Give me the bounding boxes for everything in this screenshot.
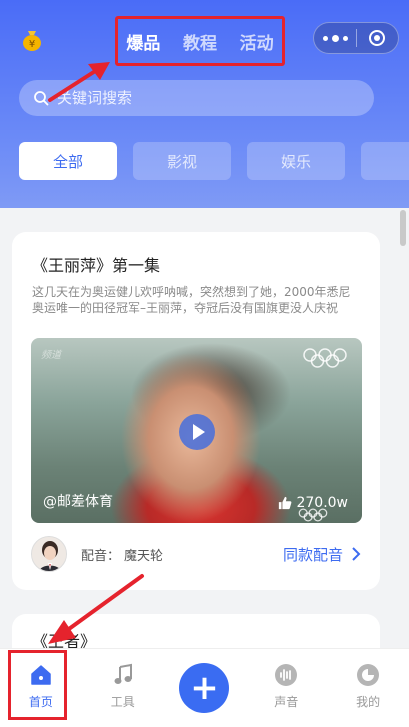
nav-sound[interactable]: 声音 [245, 649, 327, 727]
nav-label: 首页 [28, 695, 53, 709]
tab-hot[interactable]: 爆品 [126, 29, 160, 54]
play-button[interactable] [179, 414, 215, 450]
tab-tutorial[interactable]: 教程 [183, 29, 217, 54]
same-voice-label: 同款配音 [282, 545, 343, 564]
mini-program-capsule [313, 22, 399, 54]
plus-icon: + [190, 668, 219, 708]
scrollbar[interactable] [400, 210, 406, 246]
likes-value: 270.0w [296, 495, 348, 511]
money-bag-icon[interactable]: ¥ [20, 28, 44, 52]
card-title: 《王丽萍》第一集 [32, 256, 161, 275]
header: ¥ 爆品 教程 活动 全部 影视 娱乐 [0, 0, 409, 208]
video-watermark: 频道 [41, 350, 61, 361]
profile-icon [357, 664, 380, 686]
nav-tools[interactable]: 工具 [82, 649, 164, 727]
more-options-icon[interactable] [314, 34, 356, 42]
avatar[interactable] [31, 536, 67, 572]
home-icon [31, 665, 51, 685]
video-thumbnail[interactable]: 频道 @邮差体育 270.0w [31, 338, 362, 523]
music-note-icon [114, 663, 132, 684]
close-target-icon[interactable] [357, 30, 398, 46]
nav-home[interactable]: 首页 [0, 649, 82, 727]
create-button[interactable]: + [179, 663, 230, 713]
category-entertainment[interactable]: 娱乐 [247, 142, 345, 180]
likes-count: 270.0w [278, 495, 348, 511]
thumbs-up-icon [279, 496, 292, 510]
play-icon [192, 424, 205, 440]
voice-label: 配音： [81, 548, 121, 564]
same-voice-button[interactable]: 同款配音 [283, 544, 361, 565]
nav-profile[interactable]: 我的 [327, 649, 409, 727]
category-more[interactable] [361, 142, 409, 180]
card-description: 这几天在为奥运健儿欢呼呐喊，突然想到了她，2000年悉尼奥运唯一的田径冠军–王丽… [32, 285, 351, 315]
nav-label: 声音 [274, 695, 299, 709]
voice-row: 配音： 魔天轮 同款配音 [31, 535, 361, 573]
category-row: 全部 影视 娱乐 [19, 142, 409, 180]
category-all[interactable]: 全部 [19, 142, 117, 180]
bottom-nav: 首页 工具 + 声音 我的 [0, 648, 409, 727]
search-icon [34, 91, 49, 106]
category-film[interactable]: 影视 [133, 142, 231, 180]
video-author: @邮差体育 [43, 494, 113, 510]
nav-label: 工具 [110, 695, 135, 709]
voice-name: 魔天轮 [124, 548, 164, 564]
content-card[interactable]: 《王丽萍》第一集 这几天在为奥运健儿欢呼呐喊，突然想到了她，2000年悉尼奥运唯… [12, 232, 380, 590]
nav-label: 我的 [356, 695, 381, 709]
olympic-rings-icon [303, 348, 347, 368]
top-tab-bar: 爆品 教程 活动 [115, 18, 285, 64]
nav-create: + [164, 649, 246, 727]
search-bar[interactable] [19, 80, 374, 116]
search-input[interactable] [57, 89, 357, 107]
chevron-right-icon [352, 547, 361, 561]
sound-wave-icon [275, 664, 298, 686]
svg-text:¥: ¥ [29, 39, 35, 50]
tab-activity[interactable]: 活动 [240, 29, 274, 54]
